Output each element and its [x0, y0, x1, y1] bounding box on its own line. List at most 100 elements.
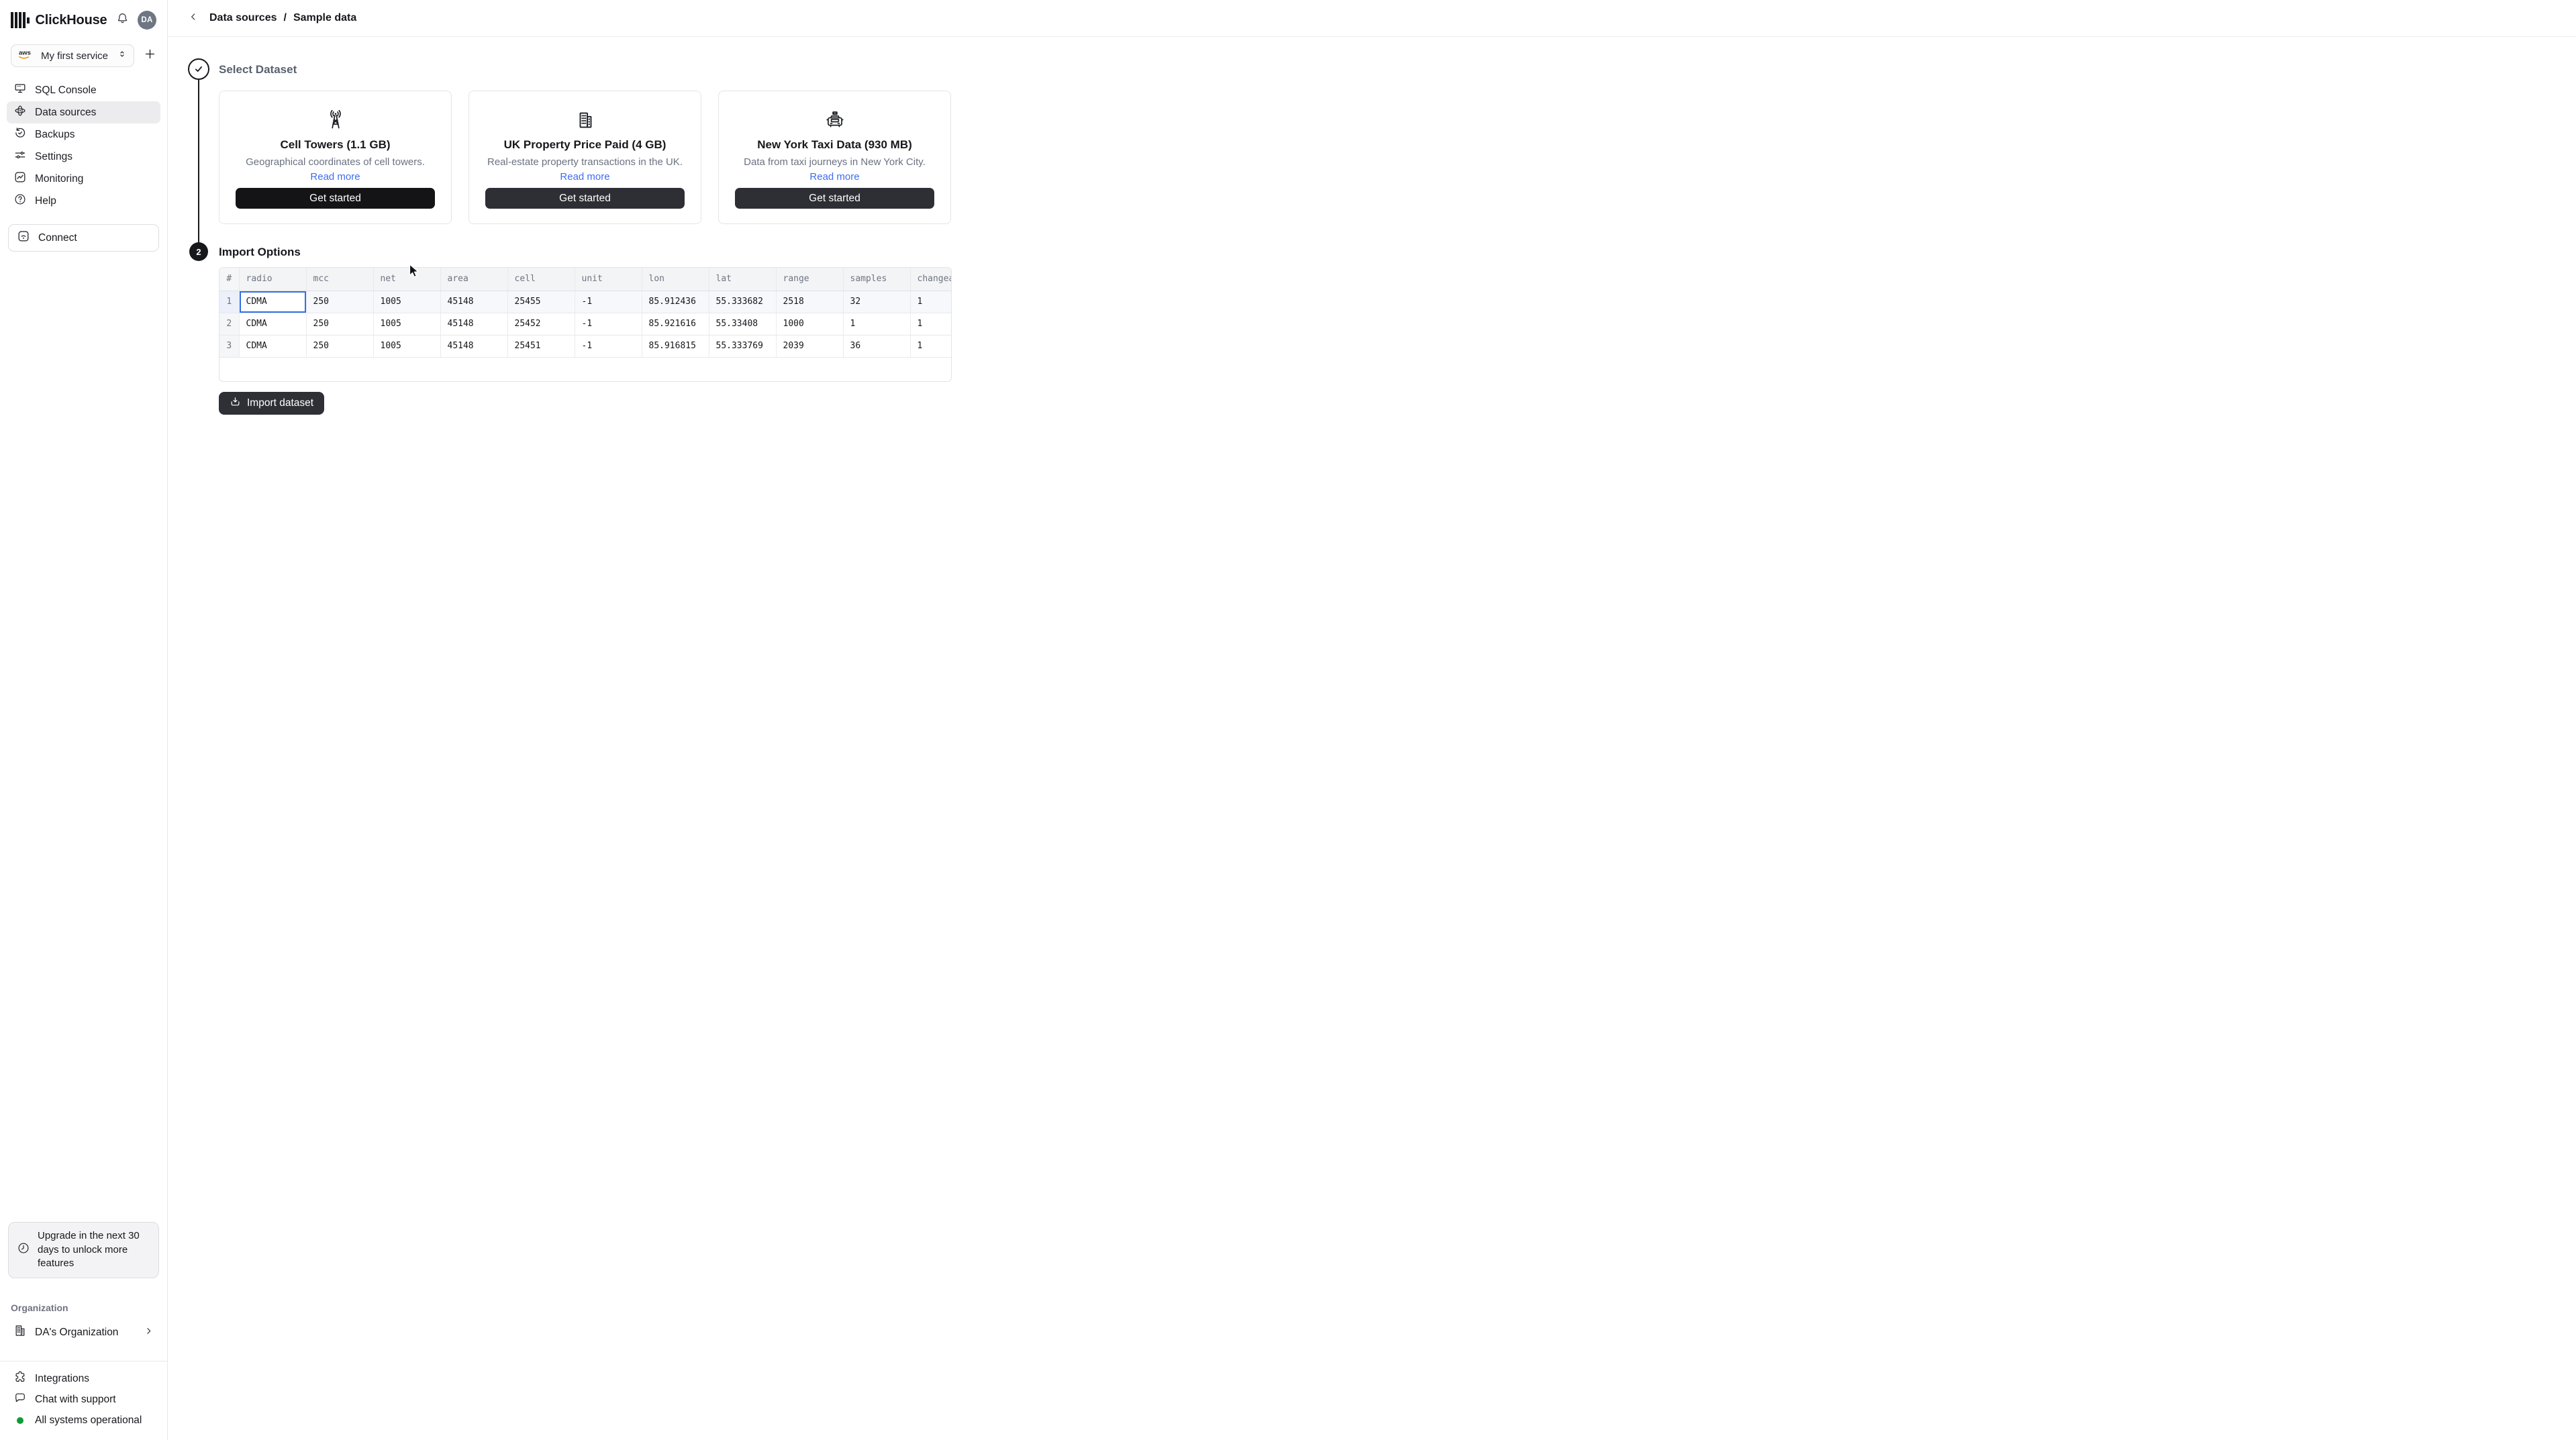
read-more-link[interactable]: Read more [560, 171, 609, 183]
sidebar-item-monitoring[interactable]: Monitoring [7, 168, 160, 190]
table-cell[interactable]: 85.916815 [642, 335, 709, 358]
service-selector[interactable]: aws My first service [11, 44, 134, 67]
row-number: 1 [219, 291, 240, 313]
download-icon [230, 396, 241, 411]
get-started-button-uk-property[interactable]: Get started [485, 188, 685, 209]
breadcrumb-separator: / [283, 12, 287, 23]
app-title: ClickHouse [35, 12, 107, 28]
orbit-icon [13, 104, 27, 121]
table-cell[interactable]: 85.912436 [642, 291, 709, 313]
sidebar-item-data-sources[interactable]: Data sources [7, 101, 160, 123]
table-cell[interactable]: CDMA [239, 335, 307, 358]
table-cell[interactable]: 55.33408 [709, 313, 777, 336]
logo-row: ClickHouse DA [0, 0, 167, 30]
breadcrumb-parent[interactable]: Data sources [209, 12, 277, 24]
table-row: 3 CDMA 250 1005 45148 25451 -1 85.916815… [219, 335, 951, 358]
avatar[interactable]: DA [138, 11, 156, 30]
column-header: net [373, 268, 441, 291]
table-cell[interactable]: -1 [575, 291, 642, 313]
table-cell[interactable]: 2039 [776, 335, 844, 358]
table-cell[interactable]: 85.921616 [642, 313, 709, 336]
building-icon [13, 1324, 27, 1341]
connect-button[interactable]: Connect [8, 224, 159, 252]
column-header: mcc [306, 268, 374, 291]
add-service-button[interactable] [144, 48, 156, 64]
topbar: Data sources / Sample data [168, 0, 2576, 37]
data-preview-table: # radio mcc net area cell unit lon lat r… [219, 267, 952, 382]
column-header: samples [843, 268, 911, 291]
table-cell[interactable]: 250 [306, 313, 374, 336]
sidebar-item-help[interactable]: Help [7, 190, 160, 212]
dataset-card-ny-taxi: New York Taxi Data (930 MB) Data from ta… [718, 91, 951, 224]
import-dataset-label: Import dataset [247, 397, 314, 409]
svg-text:aws: aws [19, 50, 31, 57]
column-header: radio [239, 268, 307, 291]
breadcrumb: Data sources / Sample data [209, 12, 356, 24]
back-icon[interactable] [188, 11, 199, 25]
table-cell[interactable]: -1 [575, 335, 642, 358]
table-row: 2 CDMA 250 1005 45148 25452 -1 85.921616… [219, 313, 951, 336]
table-cell[interactable]: 55.333769 [709, 335, 777, 358]
aws-icon: aws [18, 48, 36, 63]
table-cell[interactable]: 1005 [373, 335, 441, 358]
organization-row[interactable]: DA's Organization [7, 1321, 160, 1343]
table-cell[interactable]: 2518 [776, 291, 844, 313]
sidebar-nav: SQL Console Data sources Backups Setting… [7, 79, 160, 212]
table-cell[interactable]: 1005 [373, 313, 441, 336]
table-cell[interactable]: 25451 [507, 335, 575, 358]
step2-badge: 2 [189, 242, 208, 261]
integrations-link[interactable]: Integrations [7, 1368, 160, 1389]
row-number: 2 [219, 313, 240, 336]
get-started-button-cell-towers[interactable]: Get started [236, 188, 435, 209]
service-name: My first service [41, 50, 109, 62]
question-icon [13, 193, 27, 209]
sidebar-item-backups[interactable]: Backups [7, 123, 160, 146]
table-cell[interactable]: 250 [306, 291, 374, 313]
select-dataset-title: Select Dataset [219, 63, 297, 76]
upgrade-banner[interactable]: Upgrade in the next 30 days to unlock mo… [8, 1221, 159, 1278]
integrations-label: Integrations [35, 1372, 89, 1384]
table-cell[interactable]: 55.333682 [709, 291, 777, 313]
read-more-link[interactable]: Read more [809, 171, 859, 183]
bell-icon[interactable] [115, 11, 130, 29]
table-cell-selected[interactable]: CDMA [239, 291, 307, 313]
table-cell[interactable]: 1 [910, 291, 951, 313]
table-cell[interactable]: 1 [843, 313, 911, 336]
chart-icon [13, 170, 27, 187]
column-header: area [440, 268, 508, 291]
main-area: Data sources / Sample data Select Datase… [168, 0, 2576, 1440]
table-cell[interactable]: 45148 [440, 291, 508, 313]
chat-support-link[interactable]: Chat with support [7, 1389, 160, 1410]
upgrade-text: Upgrade in the next 30 days to unlock mo… [38, 1229, 140, 1270]
get-started-button-ny-taxi[interactable]: Get started [735, 188, 934, 209]
table-cell[interactable]: 45148 [440, 335, 508, 358]
building-large-icon [575, 107, 595, 133]
import-dataset-button[interactable]: Import dataset [219, 392, 325, 415]
step-connector-line [198, 80, 199, 243]
table-cell[interactable]: 250 [306, 335, 374, 358]
table-cell[interactable]: 25455 [507, 291, 575, 313]
chevron-right-icon [144, 1326, 154, 1339]
sidebar-item-sql-console[interactable]: SQL Console [7, 79, 160, 101]
table-cell[interactable]: -1 [575, 313, 642, 336]
table-cell[interactable]: 1000 [776, 313, 844, 336]
table-cell[interactable]: CDMA [239, 313, 307, 336]
dataset-card-uk-property: UK Property Price Paid (4 GB) Real-estat… [468, 91, 701, 224]
connect-icon [17, 229, 30, 246]
step1-done-icon [188, 58, 209, 80]
breadcrumb-current: Sample data [293, 12, 357, 23]
dataset-description: Real-estate property transactions in the… [487, 156, 683, 168]
table-cell[interactable]: 36 [843, 335, 911, 358]
read-more-link[interactable]: Read more [310, 171, 360, 183]
table-cell[interactable]: 45148 [440, 313, 508, 336]
sidebar-item-settings[interactable]: Settings [7, 146, 160, 168]
dataset-title: UK Property Price Paid (4 GB) [503, 138, 666, 151]
table-cell[interactable]: 1 [910, 335, 951, 358]
table-cell[interactable]: 1 [910, 313, 951, 336]
table-cell[interactable]: 25452 [507, 313, 575, 336]
system-status[interactable]: All systems operational [7, 1410, 160, 1431]
history-icon [13, 126, 27, 143]
table-cell[interactable]: 1005 [373, 291, 441, 313]
sidebar-footer: Integrations Chat with support All syste… [0, 1361, 167, 1440]
table-cell[interactable]: 32 [843, 291, 911, 313]
